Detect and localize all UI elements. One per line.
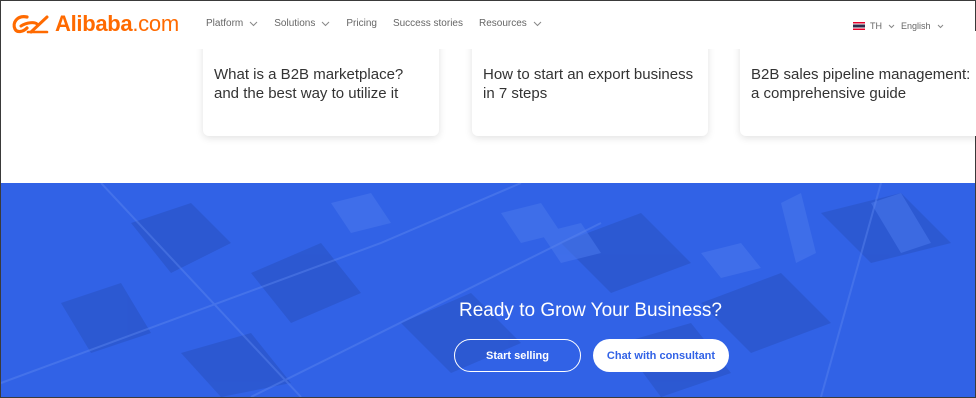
nav-label: Platform	[206, 18, 244, 29]
cta-banner: Ready to Grow Your Business? Start selli…	[1, 183, 975, 397]
nav-label: Success stories	[392, 18, 463, 29]
chevron-down-icon	[322, 21, 330, 26]
chevron-down-icon	[888, 24, 895, 28]
alibaba-logo[interactable]: Alibaba.com	[11, 9, 179, 39]
article-title: B2B sales pipeline management: a compreh…	[751, 66, 971, 102]
start-selling-button[interactable]: Start selling	[454, 339, 581, 372]
chat-with-consultant-button[interactable]: Chat with consultant	[593, 339, 729, 372]
thailand-flag-icon	[853, 22, 865, 30]
nav-label: Resources	[478, 18, 527, 29]
article-title: What is a B2B marketplace? and the best …	[214, 66, 404, 102]
nav-resources[interactable]: Resources	[479, 18, 542, 29]
chevron-down-icon	[533, 21, 542, 26]
article-title: How to start an export business in 7 ste…	[483, 66, 694, 102]
nav-platform[interactable]: Platform	[206, 18, 258, 29]
site-header: Alibaba.com Platform Solutions Pricing S…	[1, 1, 975, 49]
language-label: English	[901, 21, 931, 31]
banner-title: Ready to Grow Your Business?	[459, 300, 722, 321]
nav-label: Solutions	[274, 18, 316, 29]
region-code: TH	[870, 21, 882, 31]
chevron-down-icon	[937, 24, 943, 28]
main-nav: Platform Solutions Pricing Success stori…	[206, 18, 558, 29]
nav-solutions[interactable]: Solutions	[274, 18, 330, 29]
logo-text: Alibaba.com	[55, 11, 179, 36]
language-selector[interactable]: TH English	[853, 21, 950, 31]
nav-pricing[interactable]: Pricing	[346, 18, 377, 29]
nav-success-stories[interactable]: Success stories	[393, 18, 463, 29]
alibaba-logo-icon	[12, 15, 49, 34]
nav-label: Pricing	[346, 18, 377, 29]
chevron-down-icon	[249, 21, 258, 26]
